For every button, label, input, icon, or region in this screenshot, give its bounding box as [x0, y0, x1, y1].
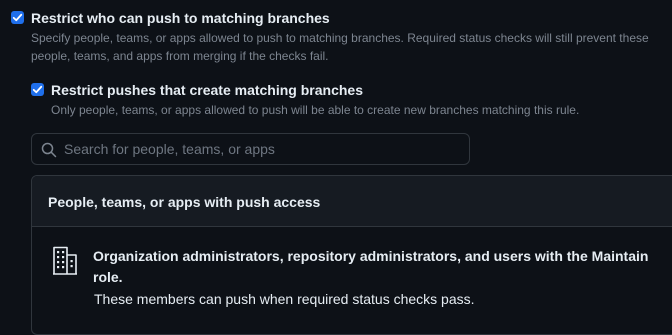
push-access-entry-description: These members can push when required sta…	[94, 291, 475, 307]
restrict-push-description-line2: people, teams, and apps from merging if …	[31, 49, 329, 63]
restrict-create-label[interactable]: Restrict pushes that create matching bra…	[51, 82, 363, 98]
restrict-push-description: Specify people, teams, or apps allowed t…	[31, 29, 661, 65]
checkmark-icon	[32, 85, 43, 94]
push-access-entry-title: Organization administrators, repository …	[93, 248, 649, 285]
search-field[interactable]	[31, 133, 470, 165]
search-icon	[41, 142, 57, 158]
push-access-title: People, teams, or apps with push access	[48, 194, 321, 210]
restrict-push-checkbox[interactable]	[11, 11, 24, 24]
push-access-header: People, teams, or apps with push access	[32, 176, 672, 227]
organization-icon	[53, 246, 77, 275]
restrict-create-checkbox[interactable]	[31, 83, 44, 96]
push-access-panel: People, teams, or apps with push access …	[31, 175, 672, 335]
checkmark-icon	[12, 13, 23, 22]
restrict-push-label[interactable]: Restrict who can push to matching branch…	[31, 10, 330, 26]
restrict-push-description-line1: Specify people, teams, or apps allowed t…	[31, 31, 649, 45]
restrict-create-description: Only people, teams, or apps allowed to p…	[51, 103, 580, 117]
search-input[interactable]	[64, 134, 464, 164]
